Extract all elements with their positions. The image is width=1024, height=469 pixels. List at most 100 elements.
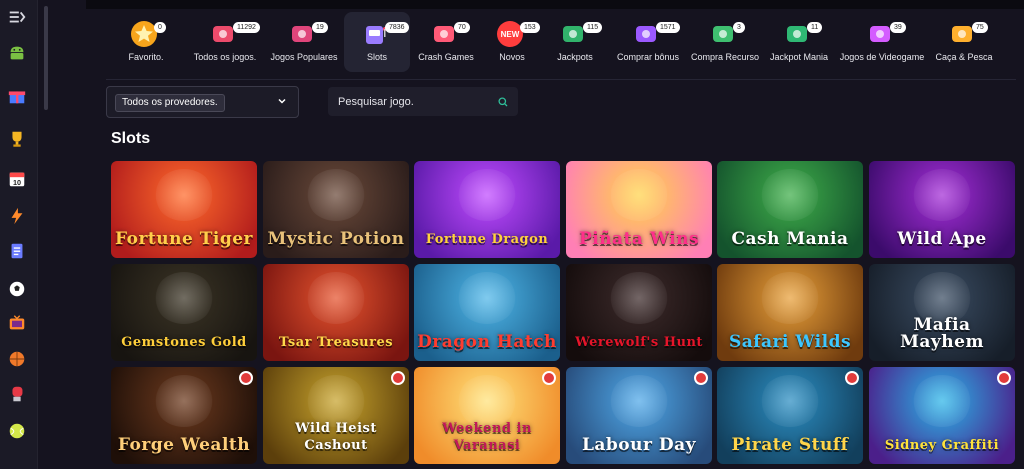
provider-badge-icon [845, 371, 859, 385]
game-artwork [306, 169, 366, 221]
category-count-badge: 1571 [656, 22, 680, 33]
game-title: Fortune Tiger [114, 229, 253, 249]
game-tile-forge-wealth[interactable]: Forge Wealth [111, 367, 257, 464]
provider-badge-icon [694, 371, 708, 385]
provider-badge-icon [997, 371, 1011, 385]
category-count-badge: 39 [890, 22, 906, 33]
game-title: Gemstones Gold [121, 335, 247, 350]
category-tab-jackpot-mania[interactable]: 11 Jackpot Mania [762, 12, 836, 72]
game-search [328, 87, 518, 116]
category-tab-novos[interactable]: NEW 153 Novos [482, 12, 542, 72]
category-bar: 0 Favorito. 11292 Todos os jogos. 19 Jogos Po… [106, 12, 1016, 78]
category-count-badge: 11 [807, 22, 823, 33]
category-bar-divider [106, 79, 1016, 80]
ticket-icon[interactable] [6, 240, 28, 262]
category-tab-compra-recurso[interactable]: 3 Compra Recurso [688, 12, 762, 72]
game-artwork [760, 272, 820, 324]
lightning-icon[interactable] [6, 205, 28, 227]
sidebar-scrollbar[interactable] [44, 6, 48, 110]
game-tile-mystic-potion[interactable]: Mystic Potion [263, 161, 409, 258]
gift-icon[interactable] [6, 85, 28, 107]
game-tile-tsar-treasures[interactable]: Tsar Treasures [263, 264, 409, 361]
left-sidebar: 10 [0, 0, 38, 469]
game-title: Piñata Wins [578, 229, 700, 249]
category-tab-comprar-b-nus[interactable]: 1571 Comprar bônus [608, 12, 688, 72]
basketball-icon[interactable] [6, 348, 28, 370]
game-title: Weekend in Varanasi [442, 421, 532, 453]
category-count-badge: 7836 [385, 22, 409, 33]
category-label: Jogos Populares [270, 52, 338, 62]
category-tab-crash-games[interactable]: 70 Crash Games [410, 12, 482, 72]
section-title: Slots [111, 130, 151, 147]
boxing-glove-icon[interactable] [6, 383, 28, 405]
game-tile-mafia-mayhem[interactable]: Mafia Mayhem [869, 264, 1015, 361]
game-title: Cash Mania [731, 229, 849, 249]
category-tab-ca-a-pesca[interactable]: 75 Caça & Pesca [928, 12, 1000, 72]
tv-icon[interactable] [6, 312, 28, 334]
category-count-badge: 75 [972, 22, 988, 33]
game-artwork [154, 375, 214, 427]
category-tab-jackpots[interactable]: 115 Jackpots [542, 12, 608, 72]
game-tile-fortune-tiger[interactable]: Fortune Tiger [111, 161, 257, 258]
provider-selected-value: Todos os provedores. [115, 94, 225, 112]
game-artwork [912, 169, 972, 221]
game-tile-fortune-dragon[interactable]: Fortune Dragon [414, 161, 560, 258]
game-artwork [912, 375, 972, 427]
game-artwork [609, 272, 669, 324]
tennis-ball-icon[interactable] [6, 420, 28, 442]
category-count-badge: 11292 [233, 22, 260, 33]
game-tile-pirate-stuff[interactable]: Pirate Stuff [717, 367, 863, 464]
football-icon[interactable] [6, 278, 28, 300]
game-tile-wild-heist-cashout[interactable]: Wild Heist Cashout [263, 367, 409, 464]
game-artwork [154, 169, 214, 221]
game-artwork [760, 375, 820, 427]
game-tile-wild-ape[interactable]: Wild Ape [869, 161, 1015, 258]
game-tile-weekend-in-varanasi[interactable]: Weekend in Varanasi [414, 367, 560, 464]
category-label: Crash Games [418, 52, 474, 62]
game-tile-gemstones-gold[interactable]: Gemstones Gold [111, 264, 257, 361]
game-tile-werewolf-s-hunt[interactable]: Werewolf's Hunt [566, 264, 712, 361]
game-artwork [609, 169, 669, 221]
game-artwork [760, 169, 820, 221]
category-tab-jogos-populares[interactable]: 19 Jogos Populares [264, 12, 344, 72]
game-title: Wild Heist Cashout [295, 421, 377, 453]
android-icon[interactable] [6, 42, 28, 64]
game-title: Wild Ape [897, 229, 987, 249]
category-label: Todos os jogos. [193, 52, 257, 62]
provider-badge-icon [239, 371, 253, 385]
category-tab-slots[interactable]: 7836 Slots [344, 12, 410, 72]
game-tile-sidney-graffiti[interactable]: Sidney Graffiti [869, 367, 1015, 464]
game-tile-dragon-hatch[interactable]: Dragon Hatch [414, 264, 560, 361]
game-tile-safari-wilds[interactable]: Safari Wilds [717, 264, 863, 361]
category-label: Comprar bônus [616, 52, 680, 62]
game-tile-cash-mania[interactable]: Cash Mania [717, 161, 863, 258]
category-tab-todos-os-jogos[interactable]: 11292 Todos os jogos. [186, 12, 264, 72]
category-label: Caça & Pesca [935, 52, 993, 62]
game-tile-pi-ata-wins[interactable]: Piñata Wins [566, 161, 712, 258]
calendar-icon[interactable]: 10 [6, 168, 28, 190]
search-icon[interactable] [498, 97, 508, 107]
game-title: Werewolf's Hunt [575, 335, 703, 350]
game-title: Pirate Stuff [731, 435, 849, 455]
category-label: Slots [366, 52, 387, 62]
game-tile-labour-day[interactable]: Labour Day [566, 367, 712, 464]
game-title: Labour Day [581, 435, 697, 455]
category-label: Jackpots [557, 52, 593, 62]
category-count-badge: 115 [583, 22, 603, 33]
provider-select[interactable]: Todos os provedores. [106, 86, 299, 118]
search-input[interactable] [338, 93, 488, 110]
game-title: Mafia Mayhem [900, 315, 984, 352]
category-tab-jogos-de-videogame[interactable]: 39 Jogos de Videogame [836, 12, 928, 72]
category-tab-favorito[interactable]: 0 Favorito. [106, 12, 186, 72]
game-title: Sidney Graffiti [884, 438, 1000, 453]
game-title: Tsar Treasures [278, 335, 394, 350]
menu-toggle-icon[interactable] [6, 6, 28, 28]
category-count-badge: 153 [520, 22, 540, 33]
game-title: Fortune Dragon [425, 232, 549, 247]
provider-badge-icon [542, 371, 556, 385]
svg-text:NEW: NEW [501, 30, 520, 39]
trophy-icon[interactable] [6, 128, 28, 150]
game-title: Dragon Hatch [417, 332, 557, 352]
chevron-down-icon [278, 98, 286, 104]
category-count-badge: 70 [454, 22, 470, 33]
